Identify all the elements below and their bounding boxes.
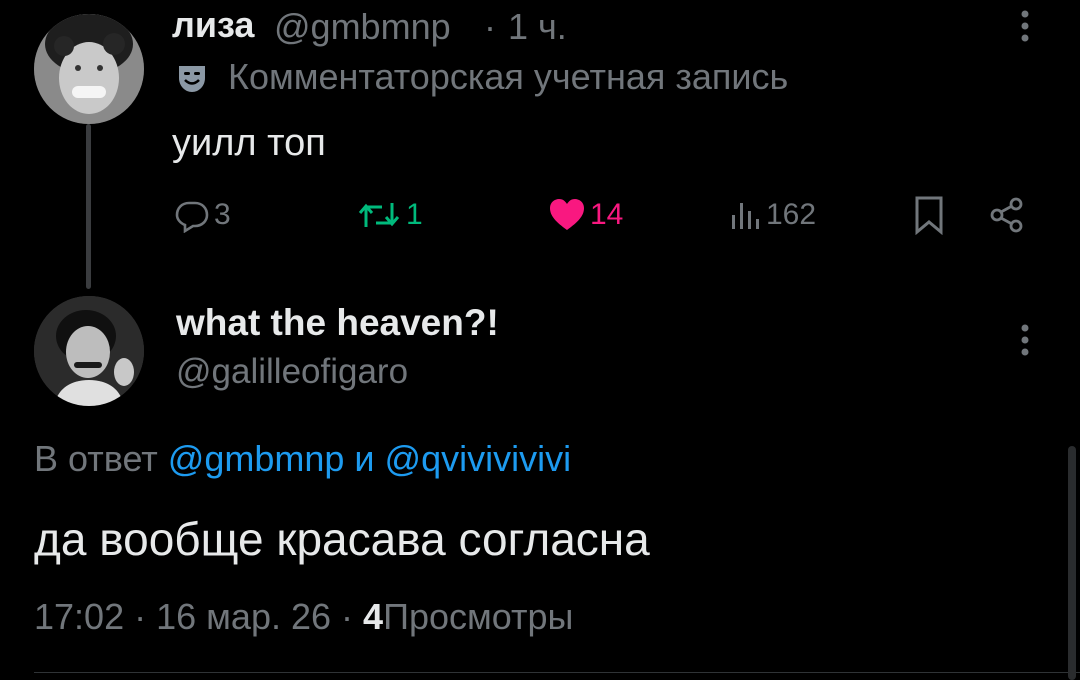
tweet-text: уилл топ (172, 122, 326, 164)
avatar-liza-image (34, 14, 144, 124)
views-label: Просмотры (383, 596, 574, 637)
theater-mask-icon (174, 60, 210, 96)
like-count: 14 (590, 198, 624, 231)
divider (34, 672, 1080, 673)
views-count: 4 (363, 596, 384, 637)
tweet-time[interactable]: 1 ч. (508, 6, 567, 48)
reply-count: 3 (214, 198, 231, 231)
conjunction: и (354, 438, 375, 479)
retweet-icon (358, 203, 400, 227)
community-note-label: Комментаторская учетная запись (228, 56, 789, 97)
avatar-liza[interactable] (34, 14, 144, 124)
heart-icon (550, 199, 584, 230)
author-name[interactable]: what the heaven?! (176, 302, 499, 344)
views-chart-icon (732, 203, 759, 229)
more-options-button[interactable] (1010, 322, 1040, 362)
tweet-text: да вообще красава согласна (34, 513, 650, 565)
views-count: 162 (766, 198, 817, 231)
avatar-galilleofigaro-image (34, 296, 144, 406)
share-icon (990, 197, 1023, 233)
mention-link[interactable]: @qvivivivivi (385, 438, 572, 479)
more-options-button[interactable] (1010, 8, 1040, 48)
more-vertical-icon (1021, 324, 1029, 356)
tweet-date[interactable]: 16 мар. 26 (156, 596, 331, 637)
replying-to-line: В ответ @gmbmnp и @qvivivivivi (34, 438, 571, 480)
bookmark-icon (915, 196, 943, 235)
retweet-button[interactable]: 1 (356, 192, 423, 238)
more-vertical-icon (1021, 10, 1029, 42)
scrollbar[interactable] (1068, 446, 1076, 680)
reply-button[interactable]: 3 (174, 192, 231, 238)
separator-dot: · (134, 596, 147, 637)
share-button[interactable] (988, 192, 1026, 238)
mention-link[interactable]: @gmbmnp (168, 438, 345, 479)
author-handle[interactable]: @galilleofigaro (176, 352, 408, 392)
reply-prefix: В ответ (34, 438, 158, 479)
separator-dot: · (484, 6, 496, 47)
separator-dot: · (341, 596, 354, 637)
thread-connector-line (86, 124, 91, 289)
bookmark-button[interactable] (912, 192, 946, 238)
author-name[interactable]: лиза (172, 4, 254, 46)
retweet-count: 1 (406, 198, 423, 231)
avatar-galilleofigaro[interactable] (34, 296, 144, 406)
like-button[interactable]: 14 (548, 192, 623, 238)
views-button[interactable]: 162 (728, 192, 816, 238)
reply-icon (175, 201, 209, 233)
tweet-meta: 17:02 · 16 мар. 26 · 4Просмотры (34, 596, 573, 638)
tweet-time[interactable]: 17:02 (34, 596, 124, 637)
author-handle[interactable]: @gmbmnp (274, 6, 451, 48)
